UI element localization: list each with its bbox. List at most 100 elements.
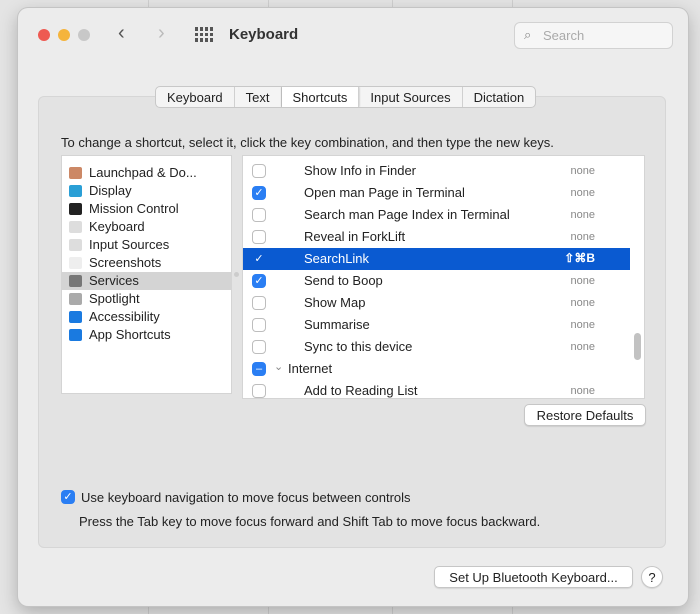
shortcut-row[interactable]: Add to Reading List none <box>243 380 630 398</box>
category-label: Services <box>89 273 139 288</box>
input-sources-icon <box>69 239 82 251</box>
shortcut-key[interactable]: none <box>571 209 595 221</box>
close-button[interactable] <box>38 29 50 41</box>
shortcut-key[interactable]: none <box>571 297 595 309</box>
shortcut-row[interactable]: Show Map none <box>243 292 630 314</box>
accessibility-icon <box>69 311 82 323</box>
category-list: Launchpad & Do... Display Mission Control K… <box>61 155 232 394</box>
search-placeholder: Search <box>543 28 585 43</box>
shortcut-key[interactable]: ⇧⌘B <box>564 251 595 265</box>
shortcut-label: Sync to this device <box>304 339 413 354</box>
minimize-button[interactable] <box>58 29 70 41</box>
shortcut-checkbox[interactable] <box>252 296 266 310</box>
category-item[interactable]: Accessibility <box>62 308 231 326</box>
shortcut-row[interactable]: ✓ SearchLink ⇧⌘B <box>243 248 630 270</box>
shortcut-label: Open man Page in Terminal <box>304 185 465 200</box>
shortcut-row[interactable]: Reveal in ForkLift none <box>243 226 630 248</box>
shortcut-label: Show Map <box>304 295 366 310</box>
category-item[interactable]: Mission Control <box>62 200 231 218</box>
category-label: App Shortcuts <box>89 327 171 342</box>
tab-input-sources[interactable]: Input Sources <box>359 87 463 107</box>
restore-defaults-button[interactable]: Restore Defaults <box>524 404 646 426</box>
shortcut-key[interactable]: none <box>571 231 595 243</box>
shortcut-key[interactable]: none <box>571 319 595 331</box>
category-label: Screenshots <box>89 255 162 270</box>
keyboard-preferences-window: ‹ › Keyboard ⌕ Search Keyboard Text Shortc… <box>18 8 688 606</box>
category-item[interactable]: Input Sources <box>62 236 231 254</box>
category-item[interactable]: Screenshots <box>62 254 231 272</box>
shortcut-row[interactable]: Sync to this device none <box>243 336 630 358</box>
zoom-button[interactable] <box>78 29 90 41</box>
shortcut-label: Summarise <box>304 317 370 332</box>
category-item[interactable]: Spotlight <box>62 290 231 308</box>
shortcut-checkbox[interactable]: – <box>252 362 266 376</box>
back-chevron-icon[interactable]: ‹ <box>118 22 125 45</box>
search-input[interactable]: ⌕ Search <box>514 22 673 49</box>
setup-bluetooth-keyboard-button[interactable]: Set Up Bluetooth Keyboard... <box>434 566 633 588</box>
shortcut-row[interactable]: Summarise none <box>243 314 630 336</box>
category-label: Spotlight <box>89 291 140 306</box>
shortcut-key[interactable]: none <box>571 165 595 177</box>
display-icon <box>69 185 82 197</box>
search-icon: ⌕ <box>524 27 532 42</box>
shortcut-key[interactable]: none <box>571 385 595 397</box>
split-handle[interactable] <box>234 272 239 277</box>
keyboard-nav-hint: Press the Tab key to move focus forward … <box>79 514 541 529</box>
shortcut-label: Add to Reading List <box>304 383 418 398</box>
shortcut-key[interactable]: none <box>571 341 595 353</box>
category-item[interactable]: App Shortcuts <box>62 326 231 344</box>
keyboard-icon <box>69 221 82 233</box>
shortcut-checkbox[interactable] <box>252 230 266 244</box>
tab-text[interactable]: Text <box>235 87 282 107</box>
shortcut-row[interactable]: ✓ Open man Page in Terminal none <box>243 182 630 204</box>
shortcut-label: SearchLink <box>304 251 370 266</box>
scrollbar[interactable] <box>634 333 641 360</box>
shortcut-label: Internet <box>288 361 333 376</box>
shortcut-row[interactable]: Search man Page Index in Terminal none <box>243 204 630 226</box>
spotlight-icon <box>69 293 82 305</box>
tab-shortcuts[interactable]: Shortcuts <box>281 87 360 107</box>
shortcut-label: Send to Boop <box>304 273 383 288</box>
mission-control-icon <box>69 203 82 215</box>
category-item[interactable]: Services <box>62 272 231 290</box>
category-label: Accessibility <box>89 309 160 324</box>
shortcut-checkbox[interactable] <box>252 340 266 354</box>
category-item[interactable]: Launchpad & Do... <box>62 164 231 182</box>
shortcut-checkbox[interactable] <box>252 208 266 222</box>
shortcut-row[interactable]: Show Info in Finder none <box>243 160 630 182</box>
window-title: Keyboard <box>229 26 299 43</box>
shortcut-checkbox[interactable] <box>252 318 266 332</box>
shortcut-label: Reveal in ForkLift <box>304 229 406 244</box>
shortcut-row[interactable]: ✓ Send to Boop none <box>243 270 630 292</box>
shortcut-label: Show Info in Finder <box>304 163 417 178</box>
category-label: Keyboard <box>89 219 145 234</box>
category-label: Input Sources <box>89 237 170 252</box>
tab-dictation[interactable]: Dictation <box>463 87 536 107</box>
shortcut-checkbox[interactable] <box>252 164 266 178</box>
shortcut-key[interactable]: none <box>571 275 595 287</box>
app-shortcuts-icon <box>69 329 82 341</box>
gear-icon <box>69 275 82 287</box>
launchpad-icon <box>69 167 82 179</box>
category-label: Display <box>89 183 132 198</box>
keyboard-nav-checkbox[interactable]: ✓ <box>61 490 75 504</box>
shortcut-checkbox[interactable]: ✓ <box>252 274 266 288</box>
category-label: Launchpad & Do... <box>89 165 197 180</box>
category-item[interactable]: Keyboard <box>62 218 231 236</box>
category-item[interactable]: Display <box>62 182 231 200</box>
screenshots-icon <box>69 257 82 269</box>
help-button[interactable]: ? <box>641 566 663 588</box>
tab-keyboard[interactable]: Keyboard <box>156 87 235 107</box>
disclosure-chevron-icon[interactable]: ⌄ <box>274 360 283 373</box>
shortcut-group[interactable]: – ⌄ Internet <box>243 358 630 380</box>
shortcut-checkbox[interactable] <box>252 384 266 398</box>
shortcut-list: Add to Reading List none – ⌄ Internet Sync to… <box>242 155 645 399</box>
grid-icon[interactable] <box>195 27 213 42</box>
shortcut-label: Search man Page Index in Terminal <box>304 207 510 222</box>
tab-bar: Keyboard Text Shortcuts Input Sources Dictat… <box>155 86 537 108</box>
category-label: Mission Control <box>89 201 179 216</box>
shortcut-checkbox[interactable]: ✓ <box>252 186 266 200</box>
shortcut-key[interactable]: none <box>571 187 595 199</box>
shortcut-checkbox[interactable]: ✓ <box>252 252 266 266</box>
forward-chevron-icon[interactable]: › <box>158 22 165 45</box>
